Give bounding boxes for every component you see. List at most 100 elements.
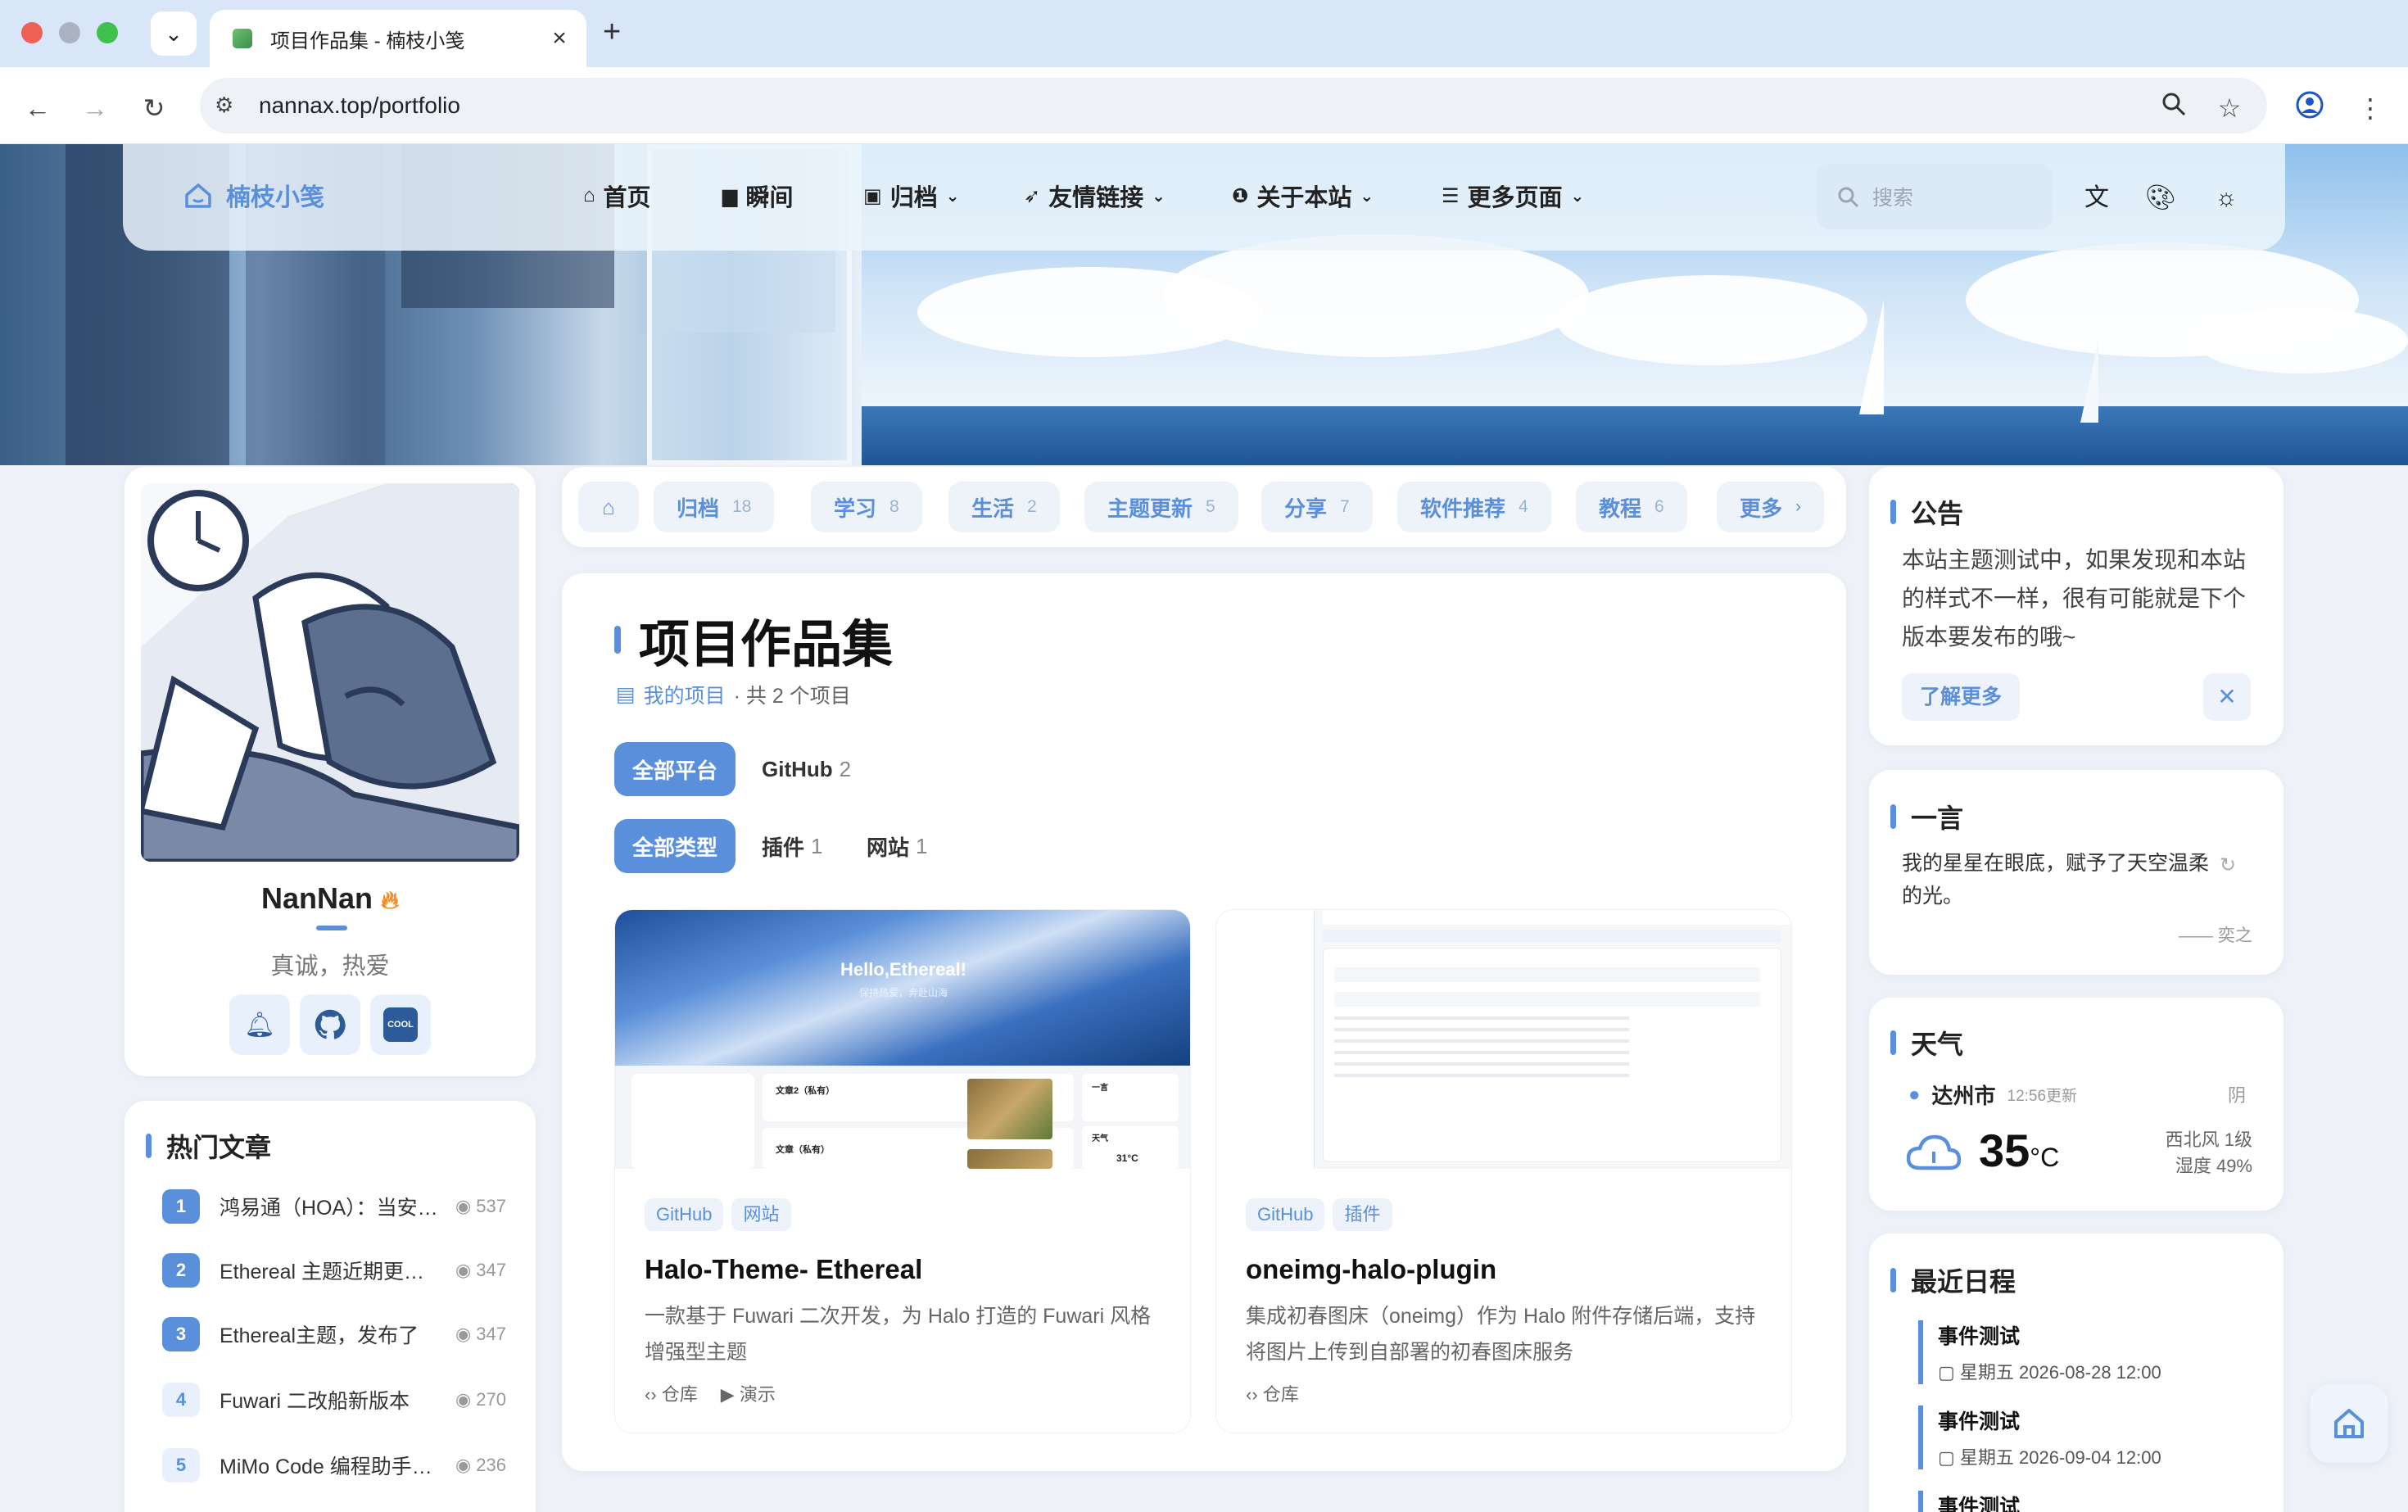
- hot-post-item[interactable]: 1 鸿易通（HOA）：当安… ◉ 537: [162, 1188, 506, 1225]
- avatar[interactable]: [141, 483, 519, 862]
- chat-icon: ▆: [722, 184, 738, 207]
- category-count: 5: [1206, 497, 1215, 516]
- category-chip[interactable]: 归档 18: [654, 482, 775, 532]
- tab-close-icon[interactable]: ×: [547, 25, 572, 52]
- demo-link[interactable]: ▶ 演示: [721, 1380, 776, 1406]
- reload-icon[interactable]: ↻: [136, 90, 172, 126]
- address-bar[interactable]: ⚙ nannax.top/portfolio: [200, 78, 2267, 134]
- nav-item-archive[interactable]: ▣ 归档 ⌄: [863, 179, 959, 213]
- profile-name-text: NanNan: [260, 881, 373, 915]
- schedule-event[interactable]: 事件测试: [1918, 1491, 2262, 1512]
- hot-post-item[interactable]: 2 Ethereal 主题近期更… ◉ 347: [162, 1252, 506, 1289]
- weather-title: 天气: [1890, 1024, 1963, 1062]
- site-settings-icon[interactable]: ⚙: [215, 93, 233, 118]
- site-logo[interactable]: 楠枝小笺: [182, 177, 324, 213]
- category-chip[interactable]: 生活 2: [948, 482, 1060, 532]
- category-chip[interactable]: 软件推荐 4: [1397, 482, 1551, 532]
- site-search-input[interactable]: 搜索: [1817, 164, 2053, 229]
- project-preview-image: [1216, 910, 1791, 1169]
- learn-more-button[interactable]: 了解更多: [1902, 673, 2021, 721]
- github-link[interactable]: [300, 994, 360, 1055]
- nav-label: 归档: [889, 185, 938, 211]
- hot-post-item[interactable]: 5 MiMo Code 编程助手… ◉ 236: [162, 1446, 506, 1484]
- weather-wind: 西北风 1级: [2165, 1129, 2252, 1150]
- project-description: 一款基于 Fuwari 二次开发，为 Halo 打造的 Fuwari 风格增强型…: [645, 1305, 1152, 1364]
- filter-platform-github[interactable]: GitHub 2: [744, 742, 869, 796]
- schedule-event[interactable]: 事件测试 ▢ 星期五 2026-08-28 12:00: [1918, 1320, 2262, 1384]
- list-icon: ☰: [1442, 184, 1460, 207]
- profile-icon[interactable]: [2292, 90, 2328, 126]
- filter-type-plugin[interactable]: 插件 1: [744, 819, 840, 873]
- repo-link[interactable]: ‹› 仓库: [1246, 1380, 1299, 1406]
- category-chip[interactable]: 主题更新 5: [1084, 482, 1238, 532]
- hot-post-item[interactable]: 4 Fuwari 二改船新版本 ◉ 270: [162, 1381, 506, 1419]
- box-icon: ▤: [616, 683, 636, 706]
- eye-icon: ◉: [455, 1455, 472, 1475]
- archive-icon: ▣: [863, 184, 882, 207]
- weather-temp-value: 35: [1979, 1125, 2030, 1176]
- zoom-icon[interactable]: [2156, 90, 2192, 126]
- new-tab-button[interactable]: +: [603, 15, 621, 50]
- repo-link[interactable]: ‹› 仓库: [645, 1380, 698, 1406]
- category-chip[interactable]: 分享 7: [1261, 482, 1373, 532]
- my-projects-link[interactable]: 我的项目: [644, 680, 726, 709]
- filter-type-website[interactable]: 网站 1: [849, 819, 945, 873]
- schedule-event[interactable]: 事件测试 ▢ 星期五 2026-09-04 12:00: [1918, 1406, 2262, 1469]
- coolapk-link[interactable]: COOL: [370, 994, 431, 1055]
- repo-link-label: 仓库: [1262, 1384, 1299, 1405]
- nav-label: 更多页面: [1467, 185, 1563, 211]
- category-home-button[interactable]: ⌂: [578, 482, 639, 532]
- filter-count: 1: [811, 833, 823, 858]
- browser-menu-icon[interactable]: ⋮: [2352, 90, 2388, 126]
- nav-item-more[interactable]: ☰ 更多页面 ⌄: [1442, 179, 1584, 213]
- theme-sun-icon[interactable]: ☼: [2208, 180, 2244, 216]
- project-card-oneimg[interactable]: GitHub 插件 oneimg-halo-plugin 集成初春图床（oneim…: [1215, 909, 1792, 1433]
- back-to-home-button[interactable]: [2310, 1384, 2388, 1463]
- weather-title-text: 天气: [1911, 1030, 1964, 1059]
- hot-post-title: 鸿易通（HOA）：当安…: [220, 1197, 438, 1220]
- category-count: 6: [1654, 497, 1664, 516]
- browser-tab[interactable]: 项目作品集 - 楠枝小笺 ×: [210, 10, 586, 67]
- nav-item-friends[interactable]: ➶ 友情链接 ⌄: [1024, 179, 1166, 213]
- nav-item-moments[interactable]: ▆ 瞬间: [722, 179, 793, 213]
- category-chip[interactable]: 教程 6: [1576, 482, 1687, 532]
- category-label: 学习: [834, 496, 877, 521]
- category-chip[interactable]: 学习 8: [811, 482, 922, 532]
- forward-icon[interactable]: →: [77, 90, 113, 126]
- nav-item-home[interactable]: ⌂ 首页: [583, 179, 651, 213]
- refresh-icon[interactable]: ↻: [2220, 853, 2236, 877]
- nav-item-about[interactable]: ❶ 关于本站 ⌄: [1232, 179, 1374, 213]
- preview-hero-text: Hello,Ethereal!: [840, 959, 967, 980]
- view-count: 347: [476, 1260, 506, 1280]
- palette-icon[interactable]: 🎨︎: [2143, 180, 2179, 216]
- info-icon: ❶: [1232, 184, 1249, 207]
- project-card-ethereal[interactable]: Hello,Ethereal! 保持热爱，奔赴山海 文章2（私有） 文章（私有）…: [614, 909, 1191, 1433]
- filter-type-all[interactable]: 全部类型: [614, 819, 736, 873]
- filter-label: 全部类型: [632, 835, 718, 860]
- hot-post-item[interactable]: 3 Ethereal主题，发布了 ◉ 347: [162, 1315, 506, 1353]
- weather-updated: 12:56更新: [2007, 1088, 2078, 1105]
- schedule-title: 最近日程: [1890, 1261, 2016, 1299]
- category-more-button[interactable]: 更多 ›: [1717, 482, 1825, 532]
- back-icon[interactable]: ←: [20, 90, 56, 126]
- maximize-window-button[interactable]: [97, 22, 118, 43]
- tab-search-button[interactable]: ⌄: [151, 11, 197, 56]
- minimize-window-button[interactable]: [59, 22, 80, 43]
- nav-label: 首页: [603, 185, 651, 211]
- close-window-button[interactable]: [21, 22, 43, 43]
- category-count: 4: [1519, 497, 1528, 516]
- chevron-down-icon: ⌄: [1360, 187, 1374, 206]
- qq-link[interactable]: 🔔︎: [229, 994, 290, 1055]
- chevron-down-icon: ⌄: [1570, 187, 1585, 206]
- translate-icon[interactable]: 文: [2079, 180, 2115, 216]
- category-label: 归档: [677, 496, 720, 521]
- schedule-title-text: 最近日程: [1911, 1267, 2016, 1297]
- filter-label: 网站: [867, 835, 910, 860]
- hot-post-title: Ethereal主题，发布了: [220, 1324, 419, 1347]
- weather-humidity: 湿度 49%: [2175, 1156, 2252, 1176]
- close-notice-button[interactable]: ✕: [2203, 673, 2251, 721]
- nav-label: 瞬间: [745, 185, 794, 211]
- bookmark-star-icon[interactable]: ☆: [2211, 90, 2247, 126]
- notice-title: 公告: [1890, 493, 1963, 531]
- filter-platform-all[interactable]: 全部平台: [614, 742, 736, 796]
